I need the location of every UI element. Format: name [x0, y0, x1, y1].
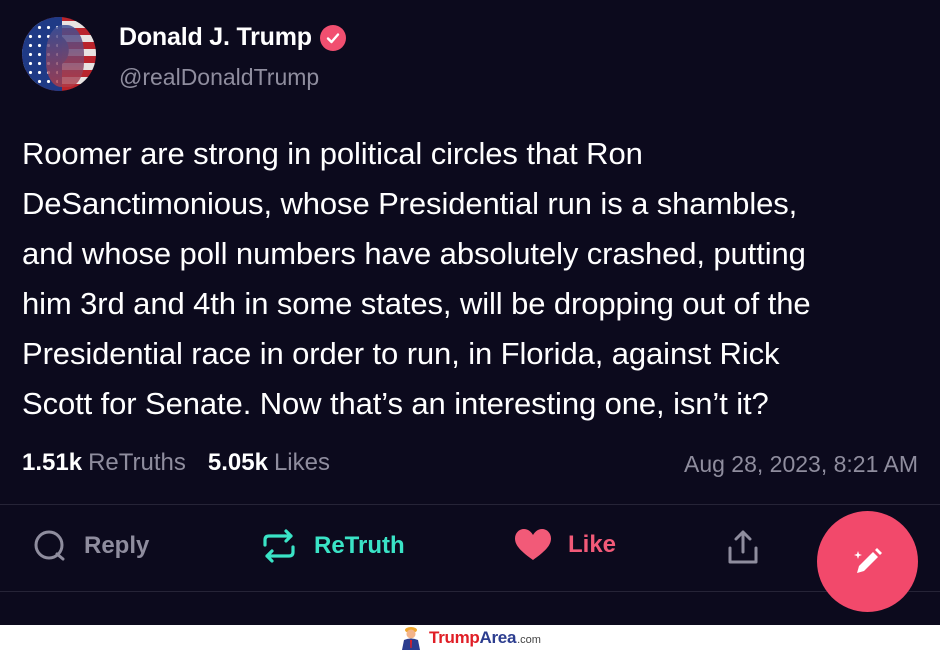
- like-label: Like: [568, 531, 617, 558]
- heart-icon: [515, 529, 551, 560]
- retruth-label: ReTruth: [314, 532, 405, 559]
- post-stats: 1.51k ReTruths 5.05k Likes: [22, 449, 330, 477]
- post-text: Roomer are strong in political circles t…: [22, 136, 811, 421]
- watermark-footer: TrumpArea .com: [0, 625, 940, 650]
- compose-button[interactable]: [817, 511, 918, 612]
- repost-arrows-icon: [263, 529, 295, 563]
- verified-badge-icon: [319, 24, 346, 51]
- author-name-row: Donald J. Trump: [119, 23, 346, 52]
- retruth-button[interactable]: ReTruth: [260, 528, 405, 564]
- avatar-portrait: [46, 25, 84, 87]
- likes-label: Likes: [273, 449, 330, 476]
- post-timestamp[interactable]: Aug 28, 2023, 8:21 AM: [684, 451, 918, 478]
- retruths-stat[interactable]: 1.51k ReTruths: [22, 449, 186, 477]
- post-card: Donald J. Trump @realDonaldTrump Roomer …: [0, 0, 940, 625]
- avatar[interactable]: [22, 17, 96, 91]
- author-name[interactable]: Donald J. Trump: [119, 23, 312, 52]
- pen-sparkle-icon: [853, 547, 882, 573]
- divider-top: [0, 504, 940, 505]
- retruths-label: ReTruths: [88, 449, 186, 476]
- retruths-count: 1.51k: [22, 449, 83, 476]
- likes-stat[interactable]: 5.05k Likes: [208, 449, 330, 477]
- reply-label: Reply: [84, 532, 150, 559]
- likes-count: 5.05k: [207, 449, 268, 476]
- divider-bottom: [0, 591, 940, 592]
- author-handle[interactable]: @realDonaldTrump: [119, 64, 319, 91]
- share-button[interactable]: [726, 528, 776, 566]
- reply-button[interactable]: Reply: [32, 528, 149, 564]
- watermark-suffix: .com: [517, 633, 541, 646]
- trump-figure-logo: [402, 627, 421, 650]
- share-upload-icon: [728, 530, 758, 564]
- speech-bubble-icon: [34, 530, 65, 561]
- watermark-brand: TrumpArea: [429, 627, 517, 647]
- like-button[interactable]: Like: [514, 528, 616, 562]
